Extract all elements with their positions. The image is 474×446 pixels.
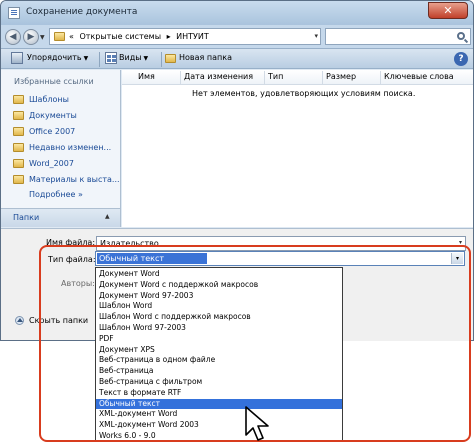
title-bar[interactable]: Сохранение документа ✕ <box>1 1 473 25</box>
favorite-link[interactable]: Word_2007 <box>13 157 120 171</box>
column-divider[interactable] <box>180 71 181 84</box>
favorite-link[interactable]: Материалы к выста... <box>13 173 120 187</box>
breadcrumb-overflow[interactable]: « <box>69 32 74 41</box>
views-button[interactable]: Виды ▼ <box>119 53 148 62</box>
favorite-link-label: Недавно изменен... <box>29 143 112 152</box>
empty-message: Нет элементов, удовлетворяющих условиям … <box>192 89 416 98</box>
column-header-name[interactable]: Имя <box>138 72 155 81</box>
address-dropdown[interactable]: ▾ <box>314 32 318 40</box>
column-header-type[interactable]: Тип <box>268 72 283 81</box>
back-button[interactable]: ◀ <box>5 29 21 45</box>
address-row: ◀ ▶ ▼ « Открытые системы ▸ ИНТУИТ ▾ <box>1 25 473 48</box>
close-button[interactable]: ✕ <box>428 2 468 19</box>
search-input[interactable] <box>325 28 471 45</box>
organize-button[interactable]: Упорядочить ▼ <box>27 53 88 62</box>
breadcrumb: « Открытые системы ▸ ИНТУИТ <box>69 32 212 41</box>
column-divider[interactable] <box>264 71 265 84</box>
folder-icon <box>13 111 24 120</box>
collapse-icon <box>15 316 24 325</box>
mouse-cursor-icon <box>245 406 269 441</box>
folder-icon <box>13 95 24 104</box>
views-icon <box>105 52 117 64</box>
favorite-link[interactable]: Office 2007 <box>13 125 120 139</box>
chevron-down-icon: ▼ <box>83 55 89 62</box>
favorite-link[interactable]: Документы <box>13 109 120 123</box>
favorite-link-label: Шаблоны <box>29 95 69 104</box>
favorite-link-label: Word_2007 <box>29 159 74 168</box>
folder-icon <box>13 175 24 184</box>
favorite-link-label: Материалы к выста... <box>29 175 120 184</box>
help-icon[interactable]: ? <box>454 52 468 66</box>
breadcrumb-separator[interactable]: ▸ <box>167 32 171 41</box>
toolbar-divider <box>99 52 100 67</box>
toolbar-divider <box>161 52 162 67</box>
command-toolbar: Упорядочить ▼ Виды ▼ Новая папка ? <box>1 48 473 69</box>
breadcrumb-item[interactable]: Открытые системы <box>79 32 161 41</box>
recent-pages-dropdown[interactable]: ▼ <box>40 34 45 41</box>
new-folder-icon <box>165 54 176 63</box>
search-icon[interactable] <box>457 32 465 40</box>
column-divider[interactable] <box>322 71 323 84</box>
favorite-link[interactable]: Шаблоны <box>13 93 120 107</box>
folders-toggle[interactable]: Папки ▲ <box>1 208 120 227</box>
folder-icon <box>13 143 24 152</box>
organize-icon <box>11 52 23 64</box>
column-header-keywords[interactable]: Ключевые слова <box>384 72 454 81</box>
favorite-link-label: Документы <box>29 111 77 120</box>
favorite-link-label: Office 2007 <box>29 127 76 136</box>
favorite-link[interactable]: Недавно изменен... <box>13 141 120 155</box>
column-divider[interactable] <box>380 71 381 84</box>
new-folder-button[interactable]: Новая папка <box>179 53 232 62</box>
folder-icon <box>13 159 24 168</box>
folders-label: Папки <box>13 213 40 222</box>
file-list: Имя Дата изменения Тип Размер Ключевые с… <box>122 70 473 227</box>
navigation-pane: Избранные ссылки Шаблоны Документы Offic… <box>1 70 121 227</box>
chevron-up-icon: ▲ <box>105 213 110 220</box>
favorites-header: Избранные ссылки <box>14 77 94 86</box>
organize-label: Упорядочить <box>27 53 82 62</box>
views-label: Виды <box>119 53 142 62</box>
chevron-down-icon: ▼ <box>143 55 149 62</box>
forward-button[interactable]: ▶ <box>23 29 39 45</box>
document-icon <box>8 7 20 19</box>
column-header-size[interactable]: Размер <box>326 72 356 81</box>
breadcrumb-item[interactable]: ИНТУИТ <box>176 32 209 41</box>
address-bar[interactable]: « Открытые системы ▸ ИНТУИТ ▾ <box>49 28 321 45</box>
more-link[interactable]: Подробнее » <box>29 190 83 199</box>
column-header-date[interactable]: Дата изменения <box>184 72 253 81</box>
window-title: Сохранение документа <box>26 7 138 17</box>
folder-icon <box>13 127 24 136</box>
folder-icon <box>54 32 65 41</box>
column-headers: Имя Дата изменения Тип Размер Ключевые с… <box>122 70 473 85</box>
